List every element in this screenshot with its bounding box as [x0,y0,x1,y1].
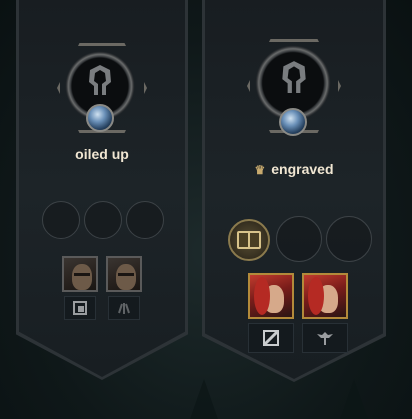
skill-slot-empty[interactable] [42,201,80,239]
skill-slot-empty[interactable] [84,201,122,239]
helmet-icon [282,61,306,93]
skill-slot-book-emblem[interactable] [228,219,270,261]
banner-emblem [242,34,346,138]
slash-box-icon [263,330,279,346]
book-icon [237,231,261,249]
tree-silhouette [190,379,218,419]
champion-portrait[interactable] [62,256,98,292]
banner-engraved[interactable]: ♛ engraved [202,0,386,382]
rank-gem-icon [279,108,307,136]
banner-oiled-up[interactable]: oiled up [16,0,188,380]
winged-emblem-icon [317,332,333,345]
rank-gem-icon [86,104,114,132]
champion-portrait[interactable] [106,256,142,292]
champion-portrait[interactable] [248,273,294,319]
style-tag[interactable] [64,296,96,320]
helmet-icon [89,65,111,95]
banner-emblem [52,38,152,138]
style-tag[interactable] [248,323,294,353]
skill-slot-empty[interactable] [326,216,372,262]
champion-portrait[interactable] [302,273,348,319]
skill-slot-empty[interactable] [276,216,322,262]
crown-icon: ♛ [254,163,266,177]
banner-title: oiled up [75,146,129,162]
square-target-icon [73,301,87,315]
skill-slot-empty[interactable] [126,201,164,239]
tree-silhouette [340,379,368,419]
claw-icon [118,303,130,314]
style-tag[interactable] [108,296,140,320]
banner-title: ♛ engraved [254,161,334,177]
style-tag[interactable] [302,323,348,353]
